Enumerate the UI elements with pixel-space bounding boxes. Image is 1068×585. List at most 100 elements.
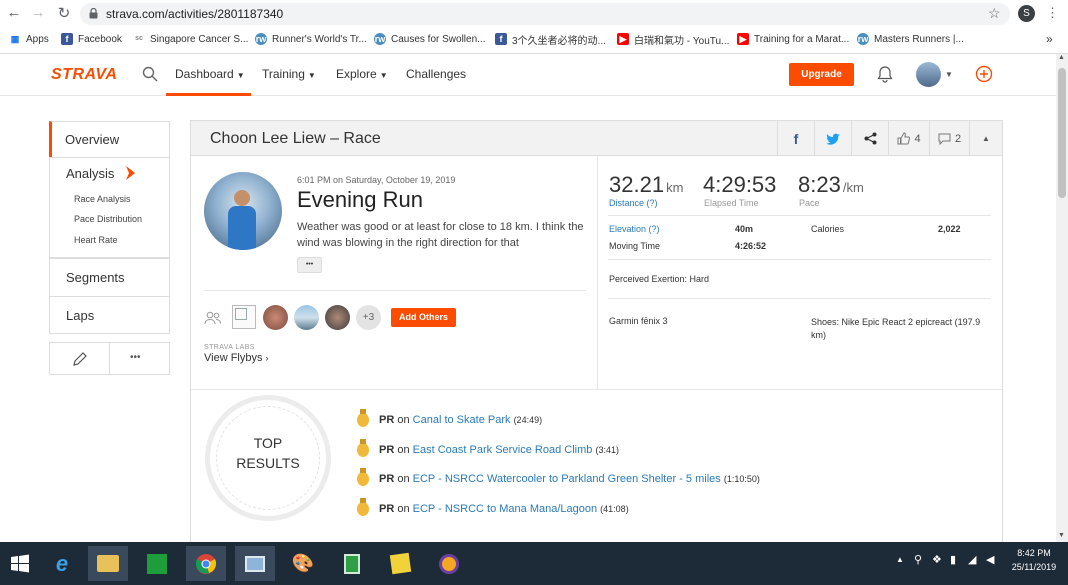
nav-explore[interactable]: Explore ▼ <box>336 67 388 81</box>
divider <box>204 290 586 291</box>
bookmark-youtube-qigong[interactable]: ▶ 白瑞和氣功 - YouTu... <box>617 31 729 47</box>
tray-overflow-icon[interactable]: ▲ <box>896 555 904 564</box>
expand-description-button[interactable]: ••• <box>297 257 322 273</box>
address-bar[interactable]: strava.com/activities/2801187340 ☆ <box>80 3 1010 25</box>
tray-wifi-icon[interactable]: ◢ <box>968 553 976 566</box>
comments-button[interactable]: 2 <box>929 121 969 156</box>
pr-medal-icon <box>357 439 369 457</box>
bell-icon[interactable] <box>877 65 893 83</box>
taskbar-clock-time[interactable]: 8:42 PM <box>1010 548 1058 558</box>
windows-logo-icon <box>11 554 29 572</box>
sidebar-item-heart-rate[interactable]: Heart Rate <box>74 235 118 245</box>
tray-dropbox-icon[interactable]: ❖ <box>932 553 942 566</box>
activity-description: Weather was good or at least for close t… <box>297 221 584 249</box>
segment-link[interactable]: ECP - NSRCC to Mana Mana/Lagoon <box>413 503 597 515</box>
upgrade-button[interactable]: Upgrade <box>789 63 854 86</box>
sidebar-item-pace-distribution[interactable]: Pace Distribution <box>74 214 142 224</box>
share-twitter-button[interactable] <box>814 121 851 156</box>
sidebar-item-analysis[interactable]: Analysis <box>50 158 169 188</box>
taskbar-ie[interactable]: e <box>42 546 82 581</box>
add-others-button[interactable]: Add Others <box>391 308 456 327</box>
bookmark-runners-world[interactable]: rw Runner's World's Tr... <box>255 31 367 47</box>
bookmark-apps[interactable]: ▦ Apps <box>9 31 49 47</box>
taskbar-explorer[interactable] <box>88 546 128 581</box>
taskbar-notes[interactable] <box>380 546 420 581</box>
elevation-label[interactable]: Elevation (?) <box>609 224 660 234</box>
scroll-down-icon[interactable]: ▼ <box>1058 532 1065 539</box>
device-name: Garmin fēnix 3 <box>609 316 668 326</box>
forward-icon[interactable]: → <box>28 4 48 21</box>
profile-avatar[interactable]: S <box>1018 5 1035 22</box>
chevron-down-icon: ▼ <box>379 71 388 80</box>
segment-link[interactable]: Canal to Skate Park <box>413 414 511 426</box>
tray-battery-icon[interactable]: ▮ <box>950 553 956 566</box>
sidebar-item-race-analysis[interactable]: Race Analysis <box>74 194 131 204</box>
athlete-avatar[interactable] <box>204 172 282 250</box>
nav-training[interactable]: Training ▼ <box>262 67 316 81</box>
sidebar-item-laps[interactable]: Laps <box>49 296 170 334</box>
share-facebook-button[interactable]: f <box>777 121 814 156</box>
nav-dashboard[interactable]: Dashboard ▼ <box>175 67 245 81</box>
more-athletes-count[interactable]: +3 <box>356 305 381 330</box>
tray-volume-icon[interactable]: ◀ <box>986 553 994 566</box>
reload-icon[interactable]: ↻ <box>54 4 74 22</box>
url-text[interactable]: strava.com/activities/2801187340 <box>106 7 283 21</box>
more-actions-button[interactable]: ••• <box>109 342 170 375</box>
athlete-thumbnail[interactable] <box>232 305 256 329</box>
bookmarks-overflow[interactable]: » <box>1046 31 1053 47</box>
taskbar-vpn[interactable] <box>429 546 469 581</box>
scrollbar-thumb[interactable] <box>1058 68 1066 198</box>
bookmark-facebook-post[interactable]: f 3个久坐者必将的动... <box>495 31 606 47</box>
chevron-down-icon[interactable]: ▼ <box>945 70 953 79</box>
athlete-avatar[interactable] <box>263 305 288 330</box>
facebook-icon: f <box>793 130 799 147</box>
divider <box>597 156 598 390</box>
segment-link[interactable]: East Coast Park Service Road Climb <box>413 444 593 456</box>
sidebar-item-overview[interactable]: Overview <box>49 121 170 158</box>
moving-time-label: Moving Time <box>609 241 661 251</box>
strava-labs-label: STRAVA LABS <box>204 344 255 351</box>
calories-label: Calories <box>811 224 845 234</box>
taskbar-photos[interactable] <box>235 546 275 581</box>
share-button[interactable] <box>851 121 888 156</box>
shield-app-icon <box>439 553 459 574</box>
strava-logo[interactable]: STRAVA <box>51 66 117 84</box>
windows-start-button[interactable] <box>0 546 40 581</box>
tray-network-icon[interactable]: ⚲ <box>914 553 922 566</box>
page-scrollbar[interactable]: ▲ ▼ <box>1056 54 1068 542</box>
search-icon[interactable] <box>142 66 158 82</box>
distance-label[interactable]: Distance (?) <box>609 198 658 208</box>
scroll-up-icon[interactable]: ▲ <box>1058 54 1065 61</box>
strava-chevron-icon <box>126 166 135 180</box>
athlete-avatar[interactable] <box>325 305 350 330</box>
apps-grid-icon: ▦ <box>10 34 20 44</box>
kudos-button[interactable]: 4 <box>888 121 929 156</box>
bookmark-masters-runners[interactable]: rw Masters Runners |... <box>857 31 964 47</box>
taskbar-calculator[interactable] <box>332 546 372 581</box>
chevron-down-icon: ▼ <box>307 71 316 80</box>
divider <box>608 298 991 299</box>
sidebar-item-segments[interactable]: Segments <box>49 258 170 297</box>
pr-medal-icon <box>357 468 369 486</box>
add-circle-icon[interactable] <box>975 65 993 83</box>
edit-button[interactable] <box>49 342 110 375</box>
bookmark-singapore-cancer[interactable]: sc Singapore Cancer S... <box>133 31 248 47</box>
bookmark-facebook[interactable]: f Facebook <box>61 31 122 47</box>
bookmark-training-marathon[interactable]: ▶ Training for a Marat... <box>737 31 849 47</box>
bookmark-causes-swollen[interactable]: rw Causes for Swollen... <box>374 31 486 47</box>
taskbar-clock-date[interactable]: 25/11/2019 <box>1008 562 1060 572</box>
menu-icon[interactable]: ⋮ <box>1046 5 1059 21</box>
star-icon[interactable]: ☆ <box>988 5 1001 22</box>
nav-challenges[interactable]: Challenges <box>406 67 466 81</box>
view-flybys-link[interactable]: View Flybys › <box>204 352 269 364</box>
collapse-button[interactable]: ▲ <box>969 121 1002 156</box>
segment-link[interactable]: ECP - NSRCC Watercooler to Parkland Gree… <box>413 473 721 485</box>
strava-header: STRAVA Dashboard ▼ Training ▼ Explore ▼ Cha… <box>0 54 1056 96</box>
athlete-avatar[interactable] <box>294 305 319 330</box>
taskbar-paint[interactable]: 🎨 <box>283 546 323 581</box>
taskbar-store[interactable] <box>137 546 177 581</box>
activity-title: Evening Run <box>297 187 423 212</box>
user-avatar[interactable] <box>916 62 941 87</box>
taskbar-chrome[interactable] <box>186 546 226 581</box>
back-icon[interactable]: ← <box>4 4 24 21</box>
